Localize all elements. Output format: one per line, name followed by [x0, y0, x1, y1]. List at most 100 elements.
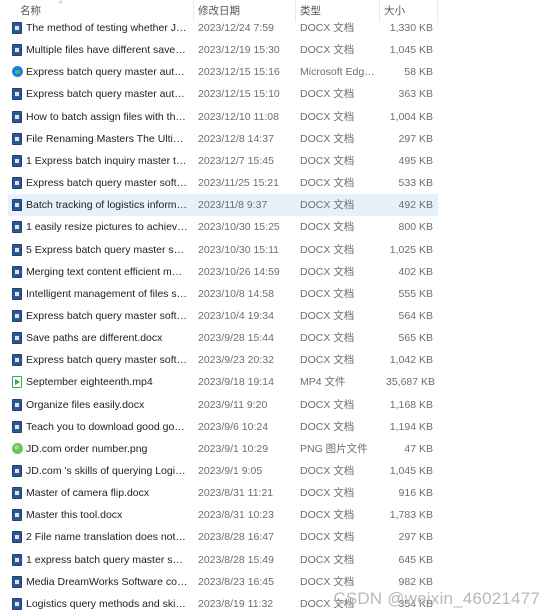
- file-modified-date: 2023/10/30 15:25: [198, 221, 280, 234]
- file-name: 5 Express batch query master softwa...: [26, 243, 188, 256]
- file-type: DOCX 文档: [300, 531, 355, 544]
- file-modified-date: 2023/12/24 7:59: [198, 22, 274, 34]
- file-name: Media DreamWorks Software course...: [26, 575, 188, 588]
- file-type: DOCX 文档: [300, 309, 355, 322]
- file-row[interactable]: September eighteenth.mp4 2023/9/18 19:14 M…: [8, 371, 438, 393]
- file-row[interactable]: JD.com order number.png 2023/9/1 10:29 PNG…: [8, 438, 438, 460]
- file-modified-date: 2023/12/15 15:10: [198, 88, 280, 101]
- file-modified-date: 2023/8/31 10:23: [198, 509, 274, 522]
- file-modified-date: 2023/11/25 15:21: [198, 177, 279, 190]
- file-row[interactable]: Express batch query master automati... 20…: [8, 61, 438, 83]
- docx-file-icon: [12, 553, 22, 566]
- file-row[interactable]: 5 Express batch query master softwa... 20…: [8, 239, 438, 261]
- file-row[interactable]: Master this tool.docx 2023/8/31 10:23 DOCX…: [8, 504, 438, 526]
- file-row[interactable]: File Renaming Masters The Ultimate ... 20…: [8, 128, 438, 150]
- file-size: 916 KB: [398, 487, 433, 500]
- file-row[interactable]: 1 easily resize pictures to achieve effi…: [8, 216, 438, 238]
- file-type: DOCX 文档: [300, 22, 355, 34]
- file-modified-date: 2023/9/28 15:44: [198, 332, 274, 345]
- edge-file-icon: [12, 66, 23, 78]
- file-name: Express batch query master automati...: [26, 66, 188, 79]
- file-row[interactable]: Merging text content efficient metho... 2…: [8, 261, 438, 283]
- file-size: 645 KB: [398, 553, 433, 566]
- docx-file-icon: [12, 177, 22, 190]
- file-modified-date: 2023/9/11 9:20: [198, 398, 268, 411]
- file-row[interactable]: Save paths are different.docx 2023/9/28 1…: [8, 327, 438, 349]
- file-name: Logistics query methods and skills of...: [26, 597, 188, 610]
- file-row[interactable]: Express batch query master automati... 20…: [8, 83, 438, 105]
- file-modified-date: 2023/9/6 10:24: [198, 420, 269, 433]
- file-size: 564 KB: [398, 309, 433, 322]
- file-name: September eighteenth.mp4: [26, 376, 153, 389]
- file-row[interactable]: Express batch query master software... 20…: [8, 349, 438, 371]
- file-type: DOCX 文档: [300, 398, 355, 411]
- file-size: 1,168 KB: [389, 398, 433, 411]
- file-modified-date: 2023/9/23 20:32: [198, 354, 274, 367]
- file-name: 2 File name translation does not ask ...: [26, 531, 188, 544]
- file-size: 1,045 KB: [389, 465, 433, 477]
- file-name: Intelligent management of files saves...: [26, 287, 188, 300]
- file-type: DOCX 文档: [300, 177, 355, 190]
- docx-file-icon: [12, 354, 22, 367]
- file-row[interactable]: The method of testing whether JD.co... 20…: [8, 17, 438, 39]
- file-row[interactable]: Multiple files have different save pat..…: [8, 39, 438, 61]
- file-size: 47 KB: [404, 442, 433, 455]
- docx-file-icon: [12, 309, 22, 322]
- file-type: DOCX 文档: [300, 199, 355, 212]
- file-row[interactable]: Express batch query master software... 20…: [8, 305, 438, 327]
- file-name: Save paths are different.docx: [26, 332, 163, 345]
- column-type-label: 类型: [300, 5, 321, 17]
- file-modified-date: 2023/12/19 15:30: [198, 44, 280, 57]
- docx-file-icon: [12, 531, 22, 544]
- file-type: DOCX 文档: [300, 265, 355, 278]
- column-size-label: 大小: [384, 5, 405, 17]
- file-name: 1 Express batch inquiry master the s...: [26, 154, 188, 167]
- file-modified-date: 2023/9/1 10:29: [198, 442, 269, 455]
- file-modified-date: 2023/10/8 14:58: [198, 287, 274, 300]
- file-name: Teach you to download good goods...: [26, 420, 188, 433]
- file-name: Express batch query master automati...: [26, 88, 188, 101]
- file-row[interactable]: JD.com 's skills of querying Logistics .…: [8, 460, 438, 482]
- docx-file-icon: [12, 199, 22, 212]
- file-size: 1,045 KB: [389, 44, 433, 57]
- file-name: Master this tool.docx: [26, 509, 123, 522]
- file-type: DOCX 文档: [300, 332, 355, 345]
- file-name: 1 easily resize pictures to achieve effi…: [26, 221, 188, 234]
- docx-file-icon: [12, 110, 22, 123]
- file-modified-date: 2023/8/28 15:49: [198, 553, 274, 566]
- file-name: How to batch assign files with the sa...: [26, 110, 188, 123]
- file-type: MP4 文件: [300, 376, 346, 389]
- file-modified-date: 2023/10/4 19:34: [198, 309, 274, 322]
- docx-file-icon: [12, 332, 22, 345]
- file-row[interactable]: Express batch query master software... 20…: [8, 172, 438, 194]
- docx-file-icon: [12, 132, 22, 145]
- file-row[interactable]: Organize files easily.docx 2023/9/11 9:20…: [8, 394, 438, 416]
- file-name: File Renaming Masters The Ultimate ...: [26, 132, 188, 145]
- file-row[interactable]: 1 Express batch inquiry master the s... 2…: [8, 150, 438, 172]
- file-size: 58 KB: [404, 66, 433, 79]
- docx-file-icon: [12, 287, 22, 300]
- column-modified-label: 修改日期: [198, 5, 240, 17]
- file-modified-date: 2023/10/30 15:11: [198, 243, 279, 256]
- file-row[interactable]: Master of camera flip.docx 2023/8/31 11:2…: [8, 482, 438, 504]
- file-row[interactable]: Batch tracking of logistics informatio..…: [8, 194, 438, 217]
- file-size: 35,687 KB: [386, 376, 436, 389]
- file-size: 565 KB: [398, 332, 433, 345]
- file-row[interactable]: 1 express batch query master sharin... 20…: [8, 549, 438, 571]
- file-type: DOCX 文档: [300, 132, 355, 145]
- file-size: 402 KB: [398, 265, 433, 278]
- file-type: DOCX 文档: [300, 287, 355, 300]
- file-type: DOCX 文档: [300, 110, 355, 123]
- file-row[interactable]: Intelligent management of files saves...…: [8, 283, 438, 305]
- file-row[interactable]: 2 File name translation does not ask ...…: [8, 526, 438, 548]
- file-modified-date: 2023/9/18 19:14: [198, 376, 274, 389]
- file-row[interactable]: How to batch assign files with the sa...…: [8, 106, 438, 128]
- file-row[interactable]: Teach you to download good goods... 2023/…: [8, 416, 438, 438]
- file-name: Express batch query master software...: [26, 177, 188, 190]
- docx-file-icon: [12, 465, 22, 477]
- file-type: PNG 图片文件: [300, 442, 368, 455]
- file-size: 1,004 KB: [389, 110, 433, 123]
- docx-file-icon: [12, 44, 22, 57]
- file-type: DOCX 文档: [300, 88, 355, 101]
- file-size: 1,042 KB: [389, 354, 433, 367]
